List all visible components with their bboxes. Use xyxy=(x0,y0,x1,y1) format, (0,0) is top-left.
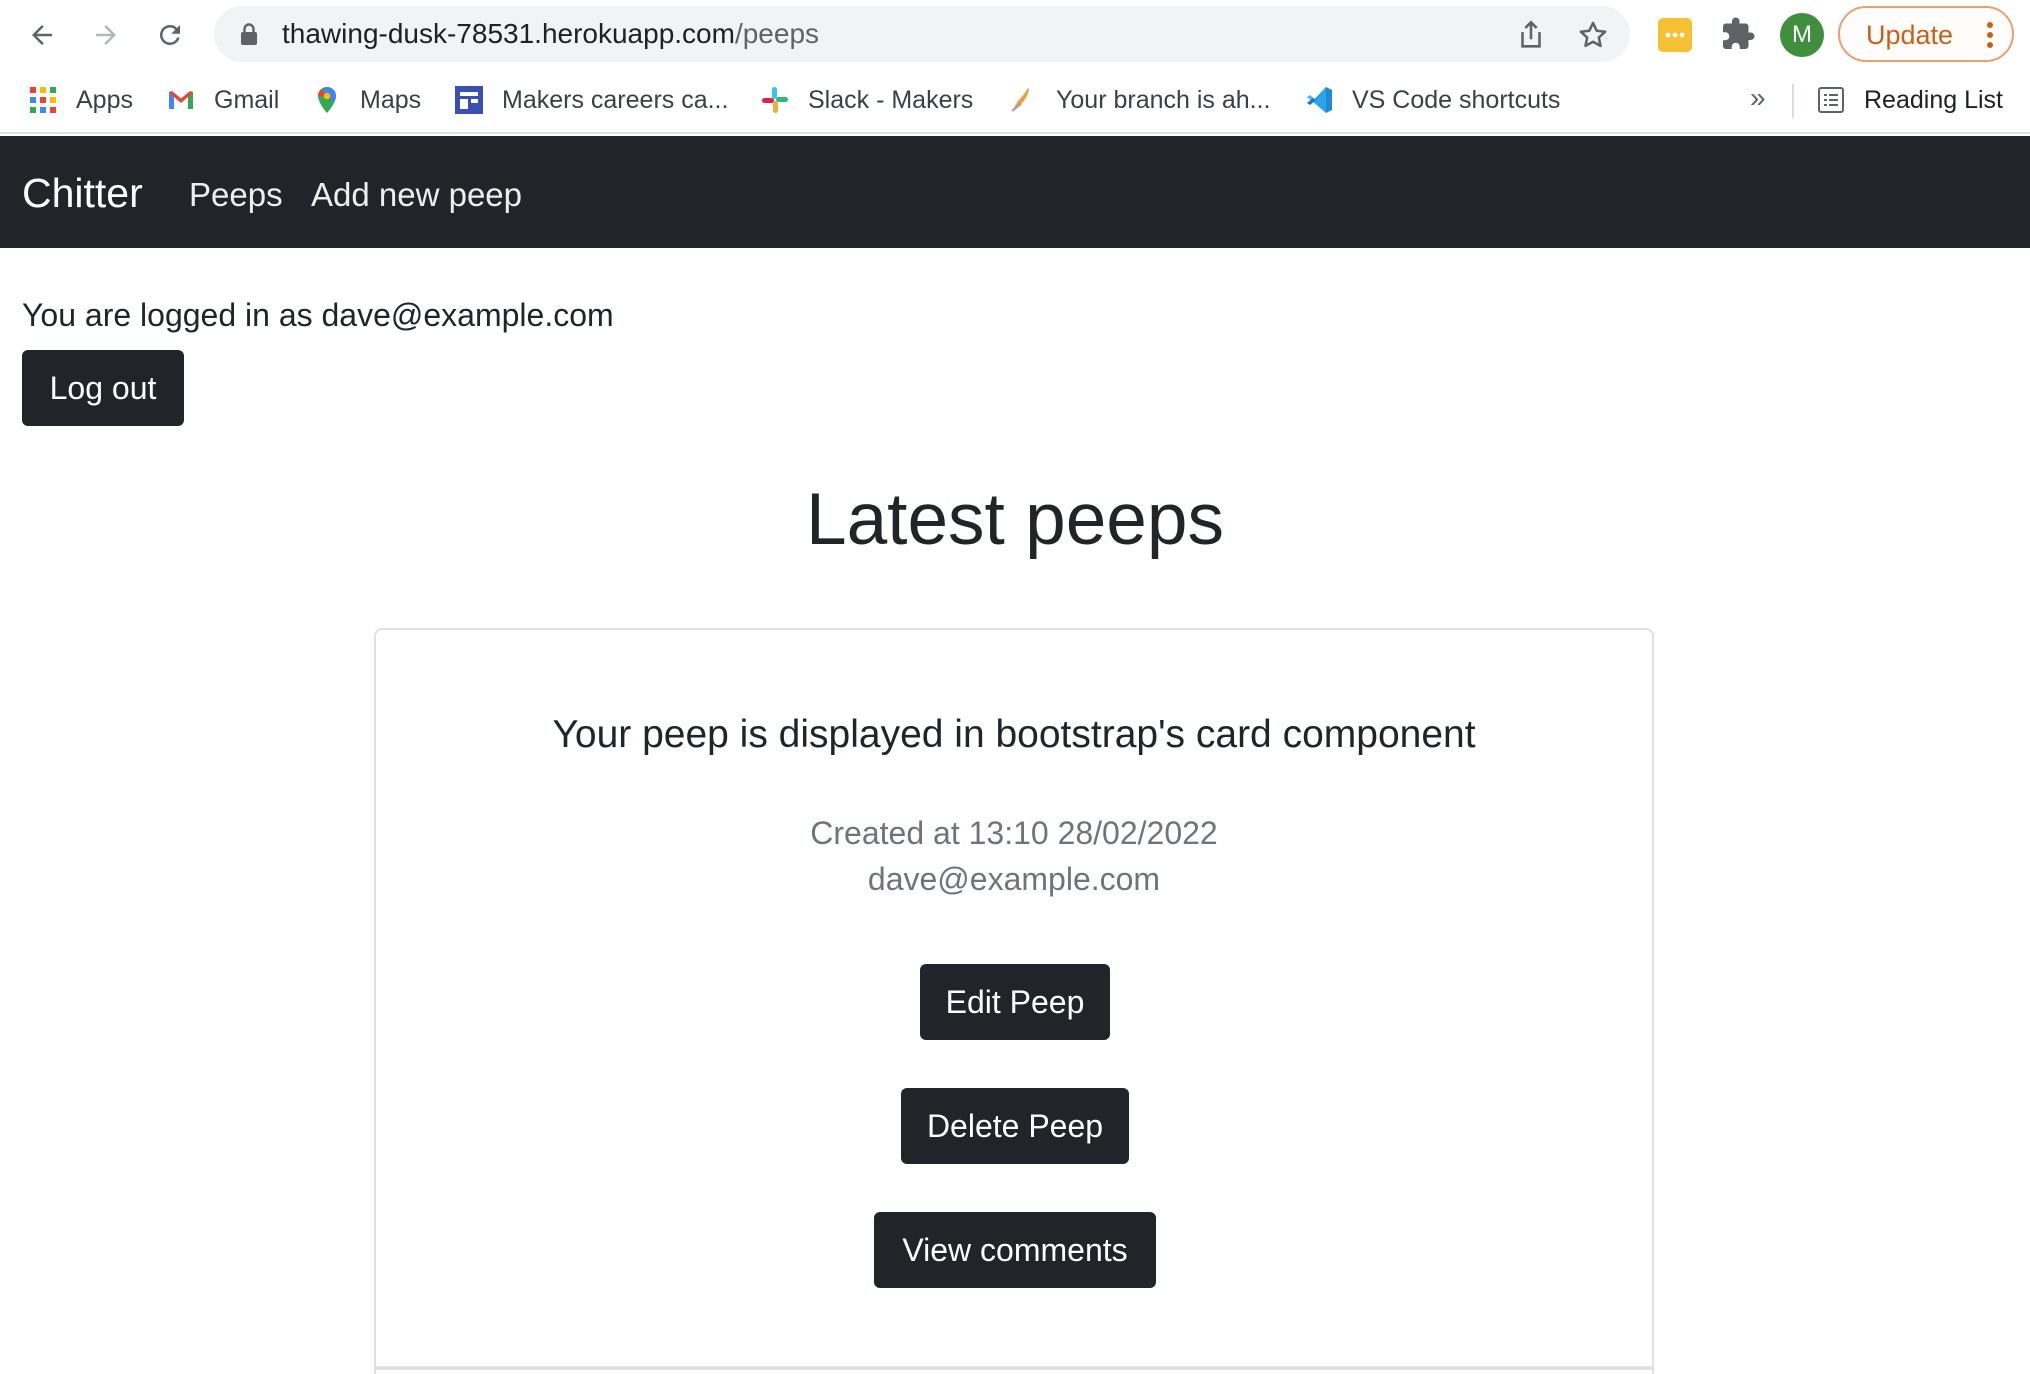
bookmark-maps[interactable]: Maps xyxy=(312,80,421,120)
view-comments-button[interactable]: View comments xyxy=(874,1212,1156,1288)
logout-button[interactable]: Log out xyxy=(22,350,184,426)
kebab-menu-icon xyxy=(1987,22,1993,48)
branch-bookmark-icon xyxy=(1011,88,1029,112)
apps-grid-icon xyxy=(30,87,56,113)
edit-peep-button[interactable]: Edit Peep xyxy=(920,964,1110,1040)
back-button[interactable] xyxy=(20,13,64,57)
browser-toolbar: thawing-dusk-78531.herokuapp.com/peeps M… xyxy=(0,0,2030,70)
bookmark-star-icon[interactable] xyxy=(1576,18,1610,52)
extensions-puzzle-icon[interactable] xyxy=(1720,16,1756,52)
gmail-icon xyxy=(169,91,193,109)
arrow-right-icon xyxy=(96,25,116,45)
bookmark-label: Apps xyxy=(76,85,133,114)
nav-link-peeps[interactable]: Peeps xyxy=(189,176,283,214)
bookmark-apps[interactable]: Apps xyxy=(28,80,133,120)
address-bar[interactable]: thawing-dusk-78531.herokuapp.com/peeps xyxy=(214,6,1630,62)
bookmark-label: Slack - Makers xyxy=(808,85,974,114)
lock-icon xyxy=(241,23,257,45)
reading-list-icon xyxy=(1818,87,1844,113)
extension-notes-icon[interactable] xyxy=(1658,18,1692,52)
bookmark-label: Maps xyxy=(360,85,422,114)
page-title: Latest peeps xyxy=(805,479,1225,560)
bookmark-gmail[interactable]: Gmail xyxy=(166,80,279,120)
bookmark-label: VS Code shortcuts xyxy=(1352,85,1561,114)
vscode-icon xyxy=(1307,87,1332,113)
bookmark-vscode[interactable]: VS Code shortcuts xyxy=(1304,80,1560,120)
peep-text: Your peep is displayed in bootstrap's ca… xyxy=(552,713,1476,756)
navbar-brand[interactable]: Chitter xyxy=(22,170,143,216)
card-divider xyxy=(374,1366,1654,1370)
bookmark-branch[interactable]: Your branch is ah... xyxy=(1008,80,1271,120)
delete-peep-button[interactable]: Delete Peep xyxy=(901,1088,1129,1164)
nav-link-add-new-peep[interactable]: Add new peep xyxy=(311,176,522,214)
update-label: Update xyxy=(1866,20,1954,50)
peep-created-at: Created at 13:10 28/02/2022 xyxy=(810,815,1218,851)
reload-icon xyxy=(159,24,180,45)
bookmarks-divider xyxy=(1792,84,1794,118)
bookmark-label: Gmail xyxy=(214,85,280,114)
more-bookmarks-button[interactable]: » xyxy=(1750,82,1766,114)
bookmark-makers-careers[interactable]: Makers careers ca... xyxy=(454,80,728,120)
forward-button[interactable] xyxy=(84,13,128,57)
bookmark-slack[interactable]: Slack - Makers xyxy=(760,80,973,120)
maps-icon xyxy=(318,87,336,113)
peep-card: Your peep is displayed in bootstrap's ca… xyxy=(374,628,1654,1374)
logged-in-status: You are logged in as dave@example.com xyxy=(22,297,614,333)
bookmark-label: Makers careers ca... xyxy=(502,85,729,114)
bookmarks-bar: Apps Gmail Maps Makers careers ca... Sla… xyxy=(0,70,2030,134)
reading-list-button[interactable]: Reading List xyxy=(1816,80,2003,120)
url-host: thawing-dusk-78531.herokuapp.com xyxy=(282,18,735,49)
makers-careers-icon xyxy=(455,86,483,114)
reload-button[interactable] xyxy=(148,13,192,57)
reading-list-label: Reading List xyxy=(1864,85,2003,114)
profile-avatar[interactable]: M xyxy=(1780,13,1824,57)
slack-icon xyxy=(762,87,788,113)
arrow-left-icon xyxy=(32,25,52,45)
peep-author: dave@example.com xyxy=(867,861,1161,897)
site-navbar: Chitter Peeps Add new peep xyxy=(0,136,2030,248)
url-text: thawing-dusk-78531.herokuapp.com/peeps xyxy=(282,19,819,49)
bookmark-label: Your branch is ah... xyxy=(1056,85,1271,114)
share-icon[interactable] xyxy=(1514,18,1548,52)
url-path: /peeps xyxy=(734,18,820,49)
update-button[interactable]: Update xyxy=(1838,6,2014,62)
